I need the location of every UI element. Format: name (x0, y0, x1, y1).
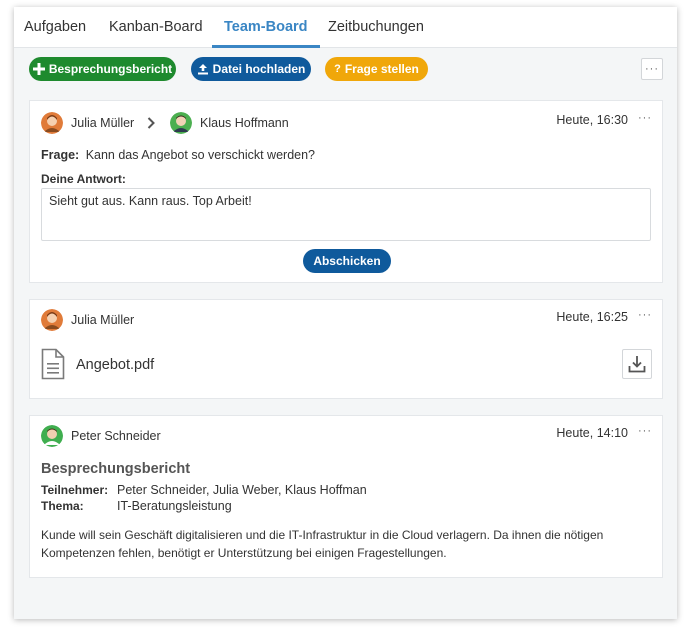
tab-kanban-board[interactable]: Kanban-Board (109, 7, 203, 48)
tab-aufgaben[interactable]: Aufgaben (24, 7, 86, 48)
question-more-icon[interactable]: ··· (638, 112, 652, 124)
report-time: Heute, 14:10 (556, 426, 628, 440)
question-row: Frage: Kann das Angebot so verschickt we… (41, 148, 315, 162)
submit-button[interactable]: Abschicken (303, 249, 391, 273)
meeting-report-button[interactable]: Besprechungsbericht (29, 57, 176, 81)
report-more-icon[interactable]: ··· (638, 425, 652, 437)
topic-label: Thema: (41, 499, 84, 513)
avatar-klaus-hoffmann (170, 112, 192, 134)
avatar-julia-mueller (41, 112, 63, 134)
file-time: Heute, 16:25 (556, 310, 628, 324)
report-body-line-2: Kompetenzen fehlen, benötigt er Unterstü… (41, 546, 447, 560)
question-from-name: Julia Müller (71, 116, 135, 130)
avatar-julia-mueller (41, 309, 63, 331)
participants-label: Teilnehmer: (41, 483, 109, 497)
tab-team-board[interactable]: Team-Board (212, 7, 319, 48)
ask-question-button[interactable]: ? Frage stellen (325, 57, 428, 81)
answer-label: Deine Antwort: (41, 172, 126, 186)
document-icon (41, 348, 65, 385)
participants-value: Peter Schneider, Julia Weber, Klaus Hoff… (117, 483, 367, 497)
file-more-icon[interactable]: ··· (638, 309, 652, 321)
tab-zeitbuchungen[interactable]: Zeitbuchungen (328, 7, 424, 48)
toolbar-more-button[interactable]: ··· (641, 58, 663, 80)
question-to-name: Klaus Hoffmann (200, 116, 289, 130)
ask-question-label: Frage stellen (344, 62, 419, 76)
topic-value: IT-Beratungsleistung (117, 499, 232, 513)
meeting-report-label: Besprechungsbericht (48, 62, 173, 76)
question-text: Kann das Angebot so verschickt werden? (85, 148, 315, 162)
answer-input[interactable]: Sieht gut aus. Kann raus. Top Arbeit! (41, 188, 651, 241)
report-title: Besprechungsbericht (41, 461, 191, 477)
chevron-right-icon (147, 116, 155, 134)
file-author-name: Julia Müller (71, 313, 135, 327)
upload-icon (197, 63, 209, 75)
plus-icon (32, 63, 45, 75)
report-card: Peter Schneider Heute, 14:10 ··· Besprec… (29, 415, 663, 578)
file-card: Julia Müller Heute, 16:25 ··· Angebot.pd… (29, 299, 663, 399)
file-name[interactable]: Angebot.pdf (76, 357, 154, 373)
report-author-name: Peter Schneider (71, 429, 161, 443)
question-card: Julia Müller Klaus Hoffmann Heute, 16:30… (29, 100, 663, 283)
question-time: Heute, 16:30 (556, 113, 628, 127)
question-mark-icon: ? (334, 63, 341, 75)
upload-file-label: Datei hochladen (212, 62, 306, 76)
question-label: Frage: (41, 148, 80, 162)
avatar-peter-schneider (41, 425, 63, 447)
download-button[interactable] (622, 349, 652, 379)
app-window: Aufgaben Kanban-Board Team-Board Zeitbuc… (14, 7, 677, 619)
upload-file-button[interactable]: Datei hochladen (191, 57, 311, 81)
report-body-line-1: Kunde will sein Geschäft digitalisieren … (41, 528, 604, 542)
tab-bar: Aufgaben Kanban-Board Team-Board Zeitbuc… (14, 7, 677, 48)
download-icon (628, 355, 646, 373)
